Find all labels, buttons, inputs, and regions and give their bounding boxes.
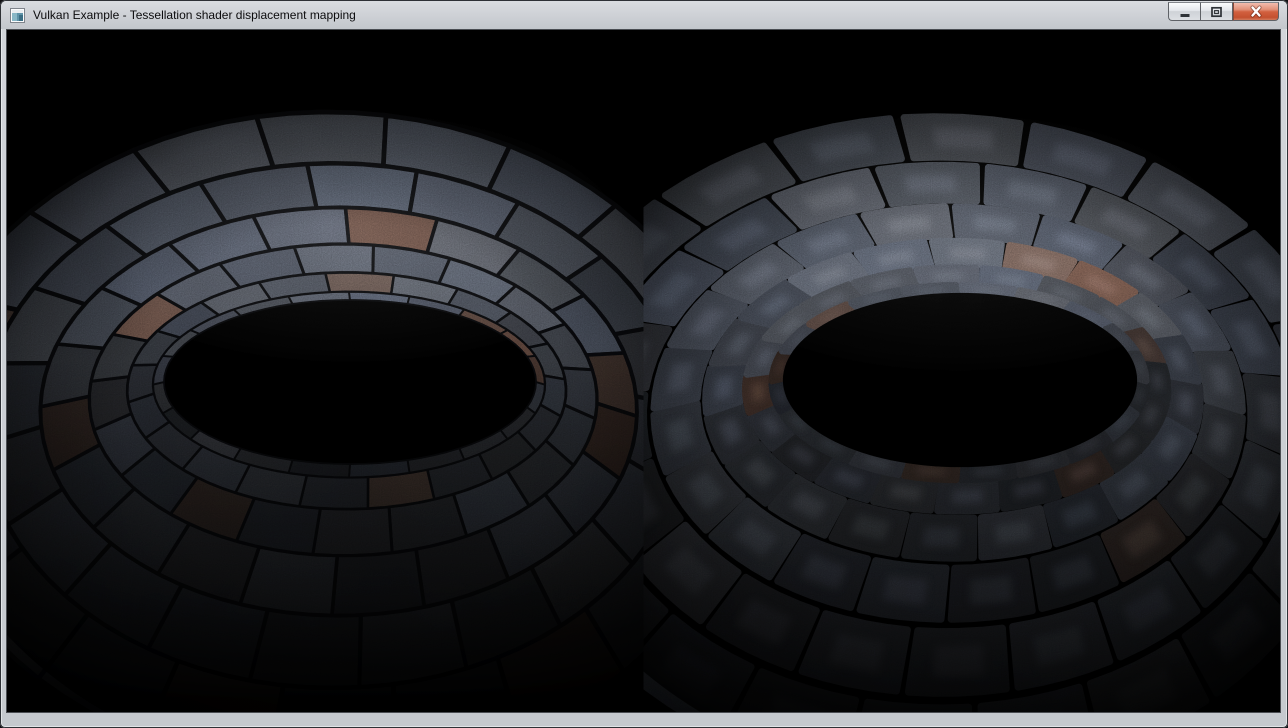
minimize-icon xyxy=(1179,6,1191,18)
close-button[interactable] xyxy=(1233,2,1279,21)
application-window: Vulkan Example - Tessellation shader dis… xyxy=(0,0,1288,728)
title-bar[interactable]: Vulkan Example - Tessellation shader dis… xyxy=(1,1,1287,29)
window-controls xyxy=(1168,2,1279,21)
close-icon xyxy=(1249,5,1263,18)
maximize-button[interactable] xyxy=(1200,2,1233,21)
app-icon xyxy=(10,8,25,23)
minimize-button[interactable] xyxy=(1168,2,1200,21)
scene-svg[interactable] xyxy=(7,30,1280,712)
render-viewport[interactable] xyxy=(7,30,1280,712)
window-title: Vulkan Example - Tessellation shader dis… xyxy=(33,8,356,22)
light-mottle-overlay xyxy=(7,30,1280,712)
maximize-icon xyxy=(1210,6,1223,18)
